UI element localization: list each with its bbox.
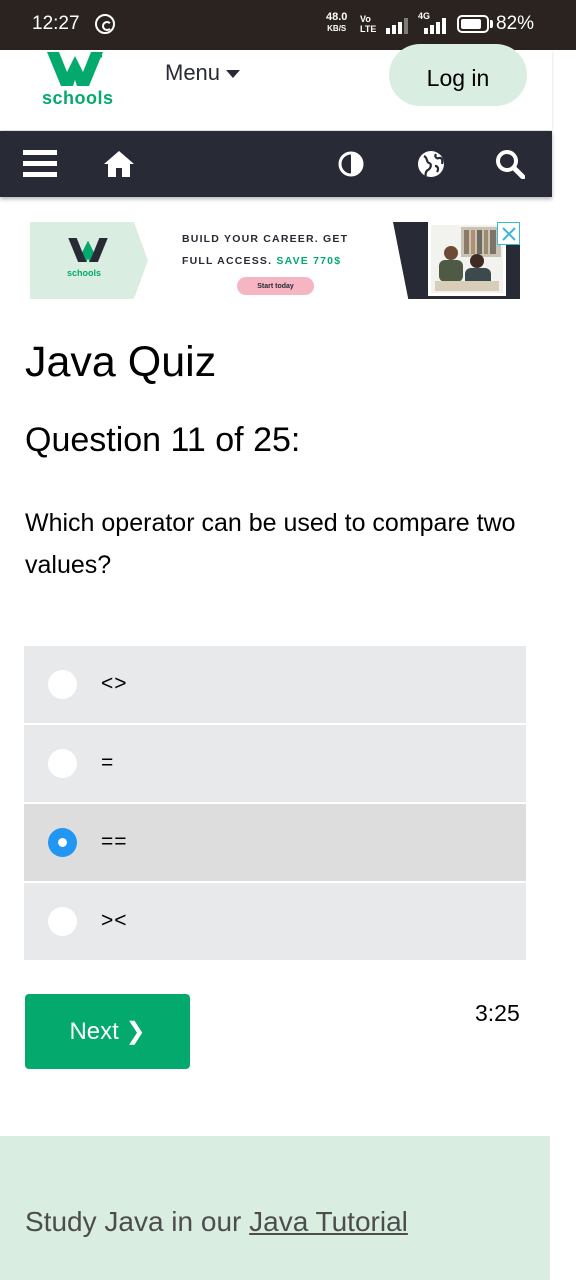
- menu-label: Menu: [165, 60, 221, 85]
- status-bar: 12:27 48.0 KB/S Vo LTE 4G 82%: [0, 0, 576, 50]
- battery-tip: [490, 20, 493, 28]
- answer-option-2[interactable]: =: [24, 725, 526, 802]
- contrast-icon[interactable]: [336, 131, 366, 197]
- ad-headline-line1: BUILD YOUR CAREER. GET: [182, 233, 349, 245]
- page-title: Java Quiz: [25, 338, 217, 386]
- answer-label-4: ><: [101, 909, 128, 932]
- study-banner-prefix: Study Java in our: [25, 1206, 250, 1237]
- battery-icon: [457, 15, 489, 33]
- logo-text[interactable]: schools: [42, 88, 114, 109]
- top-navbar: [0, 131, 552, 197]
- network-speed: 48.0 KB/S: [326, 12, 347, 34]
- svg-text:3: 3: [97, 52, 103, 61]
- radio-button-4[interactable]: [48, 907, 77, 936]
- caret-down-icon: [226, 70, 241, 78]
- ad-line2-prefix: FULL ACCESS.: [182, 255, 277, 267]
- advertisement-banner[interactable]: schools BUILD YOUR CAREER. GET FULL ACCE…: [30, 222, 520, 299]
- answer-option-1[interactable]: <>: [24, 646, 526, 723]
- status-time: 12:27: [32, 13, 80, 34]
- ad-start-button[interactable]: Start today: [237, 277, 314, 295]
- volte-indicator: Vo LTE: [360, 14, 376, 34]
- answer-label-3: ==: [101, 830, 128, 853]
- network-speed-value: 48.0: [326, 11, 348, 23]
- ad-save-highlight: SAVE 770$: [276, 255, 342, 267]
- hamburger-icon[interactable]: [20, 131, 60, 197]
- radio-button-2[interactable]: [48, 749, 77, 778]
- battery-percent: 82%: [496, 13, 535, 34]
- network-speed-unit: KB/S: [327, 24, 347, 33]
- ad-close-icon[interactable]: [497, 222, 520, 245]
- globe-icon[interactable]: [415, 131, 447, 197]
- battery-fill: [461, 19, 481, 29]
- answer-options: <> = == ><: [24, 646, 526, 962]
- w3schools-logo-icon[interactable]: 3: [45, 52, 105, 86]
- answer-option-4[interactable]: ><: [24, 883, 526, 960]
- java-tutorial-link[interactable]: Java Tutorial: [249, 1206, 408, 1237]
- menu-button[interactable]: Menu: [165, 60, 241, 86]
- ad-headline-line2: FULL ACCESS. SAVE 770$: [182, 255, 341, 267]
- next-button[interactable]: Next ❯: [25, 994, 190, 1069]
- whatsapp-notification-icon: [95, 14, 115, 34]
- answer-label-2: =: [101, 751, 115, 774]
- search-icon[interactable]: [493, 131, 527, 197]
- signal-strength-4g-icon: [422, 18, 452, 34]
- radio-button-3[interactable]: [48, 828, 77, 857]
- home-icon[interactable]: [100, 131, 138, 197]
- question-number: Question 11 of 25:: [25, 421, 301, 459]
- answer-option-3[interactable]: ==: [24, 804, 526, 881]
- signal-strength-icon: [386, 18, 412, 34]
- quiz-timer: 3:25: [475, 1000, 520, 1026]
- answer-label-1: <>: [101, 672, 128, 695]
- radio-button-1[interactable]: [48, 670, 77, 699]
- question-text: Which operator can be used to compare tw…: [25, 509, 516, 579]
- volte-top: Vo: [360, 14, 371, 24]
- study-banner-text: Study Java in our Java Tutorial: [25, 1206, 408, 1238]
- login-button[interactable]: Log in: [389, 44, 527, 106]
- volte-bottom: LTE: [360, 24, 377, 34]
- ad-logo-text: schools: [67, 268, 102, 278]
- ad-photo-image: [428, 222, 506, 296]
- ad-w3schools-logo-icon: [68, 238, 108, 262]
